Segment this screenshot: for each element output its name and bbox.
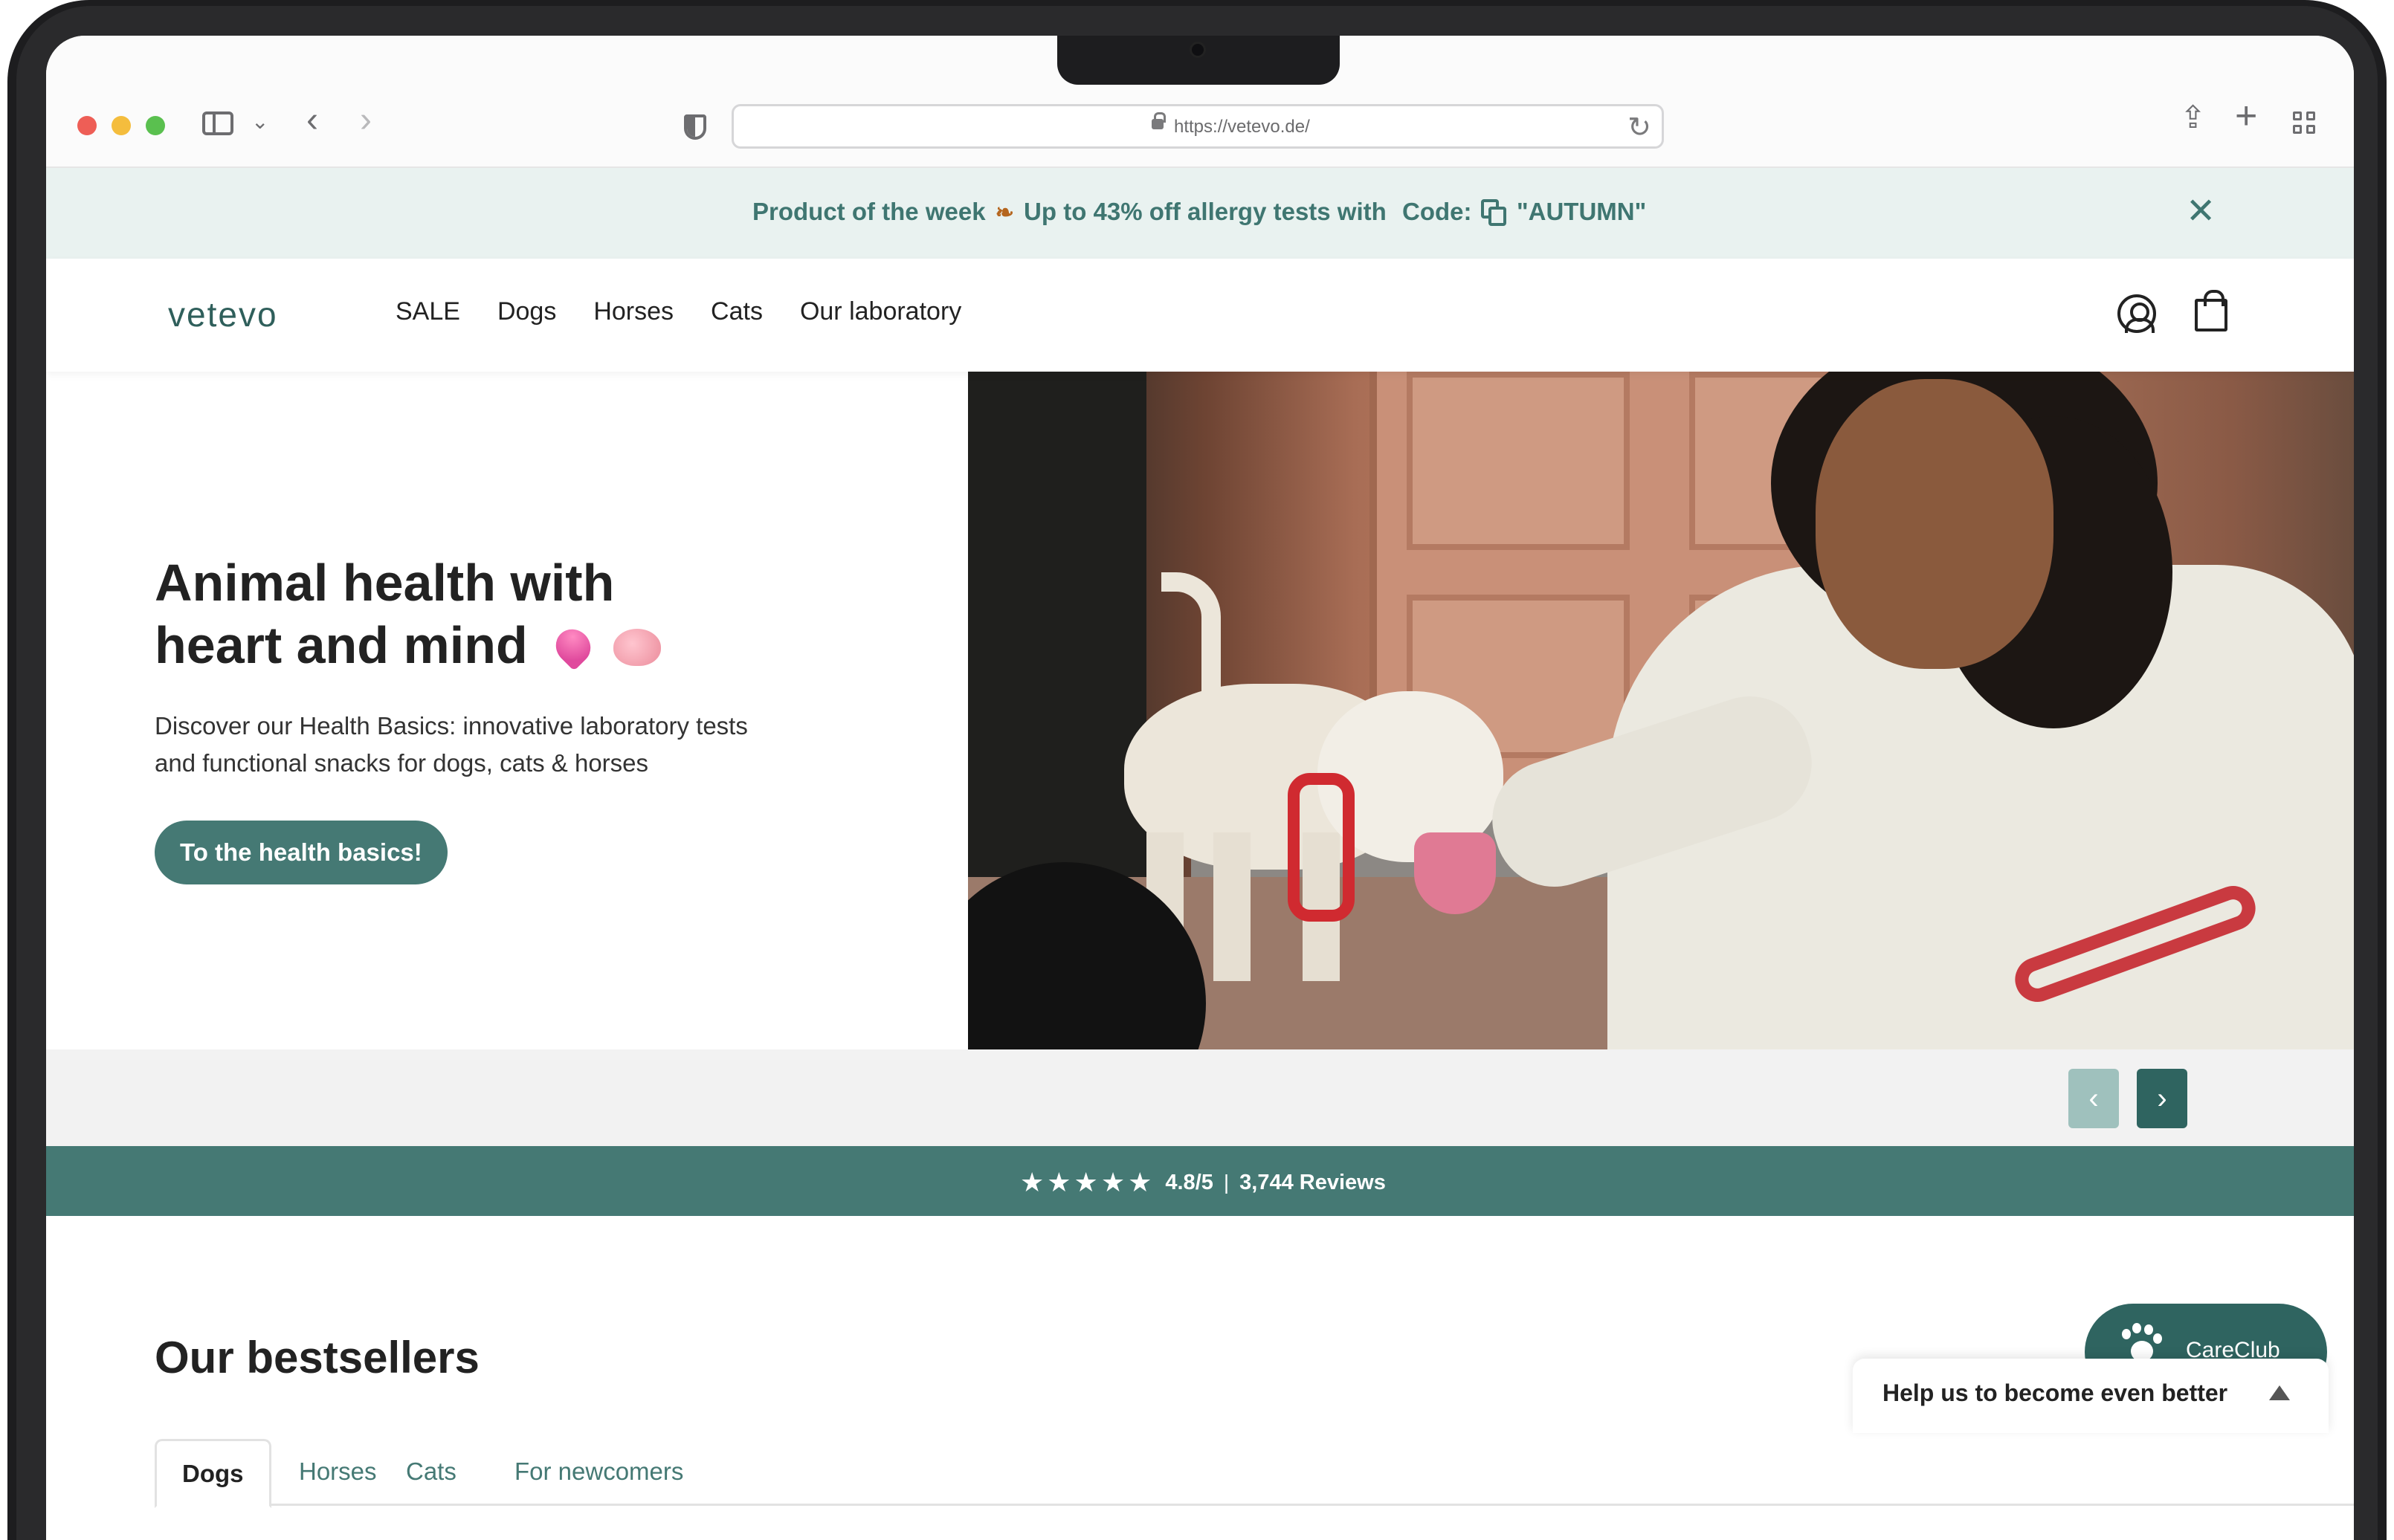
new-tab-plus-icon[interactable]: +	[2235, 97, 2257, 135]
tab-dogs[interactable]: Dogs	[155, 1439, 271, 1508]
nav-item-sale[interactable]: SALE	[396, 297, 460, 326]
nav-item-dogs[interactable]: Dogs	[497, 297, 556, 326]
close-icon[interactable]: ✕	[2186, 190, 2216, 232]
slider-controls: ‹ ›	[46, 1049, 2354, 1146]
hero-section: Animal health with heart and mind Discov…	[46, 372, 2354, 1049]
camera-icon	[1190, 42, 1206, 58]
reviews-bar: ★★★★★ 4.8/5 | 3,744 Reviews	[46, 1146, 2354, 1216]
tab-cats[interactable]: Cats	[406, 1439, 456, 1506]
promo-banner: Product of the week ❧ Up to 43% off alle…	[46, 168, 2354, 259]
tab-for-newcomers[interactable]: For newcomers	[514, 1439, 683, 1506]
hero-subtitle: Discover our Health Basics: innovative l…	[155, 712, 748, 777]
chevron-down-icon[interactable]: ⌄	[251, 107, 268, 137]
sidebar-toggle-icon[interactable]	[202, 111, 233, 135]
shopping-bag-icon[interactable]	[2195, 290, 2227, 331]
nav-item-cats[interactable]: Cats	[711, 297, 763, 326]
hero-title: Animal health with heart and mind	[155, 551, 749, 676]
main-nav: SALE Dogs Horses Cats Our laboratory	[396, 297, 961, 326]
share-icon[interactable]: ⇪	[2180, 102, 2206, 133]
nav-item-our-laboratory[interactable]: Our laboratory	[800, 297, 961, 326]
logo[interactable]: vetevo	[168, 294, 278, 334]
hero-image-woman-with-dog	[968, 372, 2354, 1049]
tab-overview-icon[interactable]	[2293, 111, 2315, 134]
reviews-summary[interactable]: ★★★★★ 4.8/5 | 3,744 Reviews	[1020, 1167, 1386, 1198]
reload-icon[interactable]: ↻	[1627, 111, 1651, 144]
rating-value: 4.8/5	[1165, 1170, 1213, 1194]
feedback-widget[interactable]: Help us to become even better	[1853, 1359, 2329, 1433]
health-basics-button[interactable]: To the health basics!	[155, 821, 448, 884]
feedback-label: Help us to become even better	[1882, 1379, 2228, 1406]
tab-horses[interactable]: Horses	[299, 1439, 377, 1506]
slide-next-button[interactable]: ›	[2137, 1069, 2187, 1128]
star-rating-icon: ★★★★★	[1020, 1167, 1155, 1197]
maximize-window-button[interactable]	[146, 116, 165, 135]
promo-product-of-week: Product of the week	[752, 198, 986, 225]
screen: ⌄ ‹ › https://vetevo.de/ ↻ ⇪ + Product o…	[46, 36, 2354, 1540]
address-bar[interactable]: https://vetevo.de/ ↻	[732, 104, 1664, 149]
separator: |	[1223, 1171, 1230, 1194]
url-text: https://vetevo.de/	[1174, 117, 1310, 137]
hero-title-text: Animal health with heart and mind	[155, 554, 615, 674]
caret-up-icon[interactable]	[2269, 1385, 2290, 1400]
autumn-leaf-icon: ❧	[995, 201, 1014, 225]
site-header: vetevo SALE Dogs Horses Cats Our laborat…	[46, 259, 2354, 372]
account-icon[interactable]	[2117, 294, 2156, 333]
promo-text: Product of the week ❧ Up to 43% off alle…	[752, 198, 1387, 226]
promo-code-label: Code:	[1402, 198, 1472, 225]
sparkling-heart-icon	[549, 622, 598, 671]
close-window-button[interactable]	[77, 116, 97, 135]
nav-item-horses[interactable]: Horses	[593, 297, 674, 326]
bestseller-tabs: Dogs Horses Cats For newcomers	[155, 1439, 2354, 1508]
review-count: 3,744 Reviews	[1239, 1170, 1386, 1194]
slide-prev-button[interactable]: ‹	[2068, 1069, 2119, 1128]
back-arrow-icon[interactable]: ‹	[306, 103, 318, 138]
promo-code[interactable]: "AUTUMN"	[1517, 198, 1646, 226]
forward-arrow-icon[interactable]: ›	[360, 103, 372, 138]
minimize-window-button[interactable]	[112, 116, 131, 135]
lock-icon	[1152, 112, 1166, 129]
promo-discount-text: Up to 43% off allergy tests with	[1024, 198, 1387, 225]
brain-icon	[613, 629, 661, 666]
copy-code-icon[interactable]	[1481, 199, 1509, 227]
privacy-shield-icon[interactable]	[684, 114, 706, 140]
bestsellers-title: Our bestsellers	[155, 1333, 480, 1382]
